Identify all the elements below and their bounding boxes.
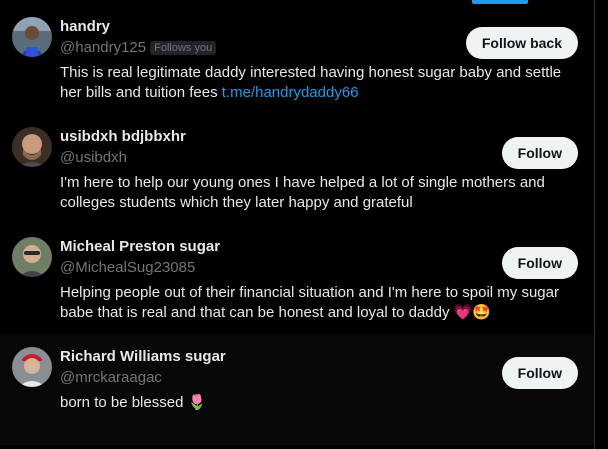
who-to-follow-page: handry @handry125 Follows you Follow bac…: [0, 0, 608, 449]
handle-line: @MichealSug23085: [60, 258, 220, 277]
follow-back-button[interactable]: Follow back: [465, 27, 578, 59]
bio-text: I'm here to help our young ones I have h…: [60, 174, 545, 211]
user-name-block: Micheal Preston sugar @MichealSug23085: [60, 237, 220, 277]
avatar[interactable]: [12, 127, 52, 167]
avatar[interactable]: [12, 17, 52, 57]
scrollbar[interactable]: [596, 0, 608, 449]
bio-link[interactable]: t.me/handrydaddy66: [222, 84, 359, 101]
person-avatar-icon: [12, 17, 52, 57]
user-name-block: usibdxh bdjbbxhr @usibdxh: [60, 127, 186, 167]
user-handle[interactable]: @mrckaraagac: [60, 368, 162, 387]
follow-button[interactable]: Follow: [501, 357, 578, 389]
active-tab-indicator: [472, 0, 528, 4]
display-name[interactable]: Richard Williams sugar: [60, 347, 226, 366]
user-name-block: Richard Williams sugar @mrckaraagac: [60, 347, 226, 387]
user-list: handry @handry125 Follows you Follow bac…: [0, 5, 594, 445]
user-bio: I'm here to help our young ones I have h…: [60, 173, 580, 213]
display-name[interactable]: handry: [60, 17, 216, 36]
user-bio: This is real legitimate daddy interested…: [60, 63, 580, 103]
follow-button[interactable]: Follow: [501, 137, 578, 169]
follows-you-badge: Follows you: [150, 40, 217, 55]
user-bio: born to be blessed 🌷: [60, 393, 580, 413]
display-name[interactable]: usibdxh bdjbbxhr: [60, 127, 186, 146]
follow-button[interactable]: Follow: [501, 247, 578, 279]
user-row[interactable]: Richard Williams sugar @mrckaraagac Foll…: [0, 335, 594, 445]
user-handle[interactable]: @handry125: [60, 38, 146, 57]
user-row[interactable]: usibdxh bdjbbxhr @usibdxh Follow I'm her…: [0, 115, 594, 225]
avatar[interactable]: [12, 347, 52, 387]
display-name[interactable]: Micheal Preston sugar: [60, 237, 220, 256]
handle-line: @mrckaraagac: [60, 368, 226, 387]
person-avatar-icon: [12, 347, 52, 387]
person-avatar-icon: [12, 237, 52, 277]
handle-line: @usibdxh: [60, 148, 186, 167]
user-handle[interactable]: @MichealSug23085: [60, 258, 195, 277]
bio-text: born to be blessed: [60, 394, 188, 411]
tulip-emoji-icon: 🌷: [187, 394, 207, 411]
star-struck-emoji-icon: 🤩: [472, 304, 491, 321]
user-row[interactable]: Micheal Preston sugar @MichealSug23085 F…: [0, 225, 594, 335]
user-row[interactable]: handry @handry125 Follows you Follow bac…: [0, 5, 594, 115]
user-bio: Helping people out of their financial si…: [60, 283, 580, 323]
person-avatar-icon: [12, 127, 52, 167]
user-name-block: handry @handry125 Follows you: [60, 17, 217, 57]
handle-line: @handry125 Follows you: [60, 38, 217, 57]
user-handle[interactable]: @usibdxh: [60, 148, 127, 167]
avatar[interactable]: [12, 237, 52, 277]
content-divider: [594, 0, 595, 449]
heart-emoji-icon: 💗: [453, 304, 473, 321]
